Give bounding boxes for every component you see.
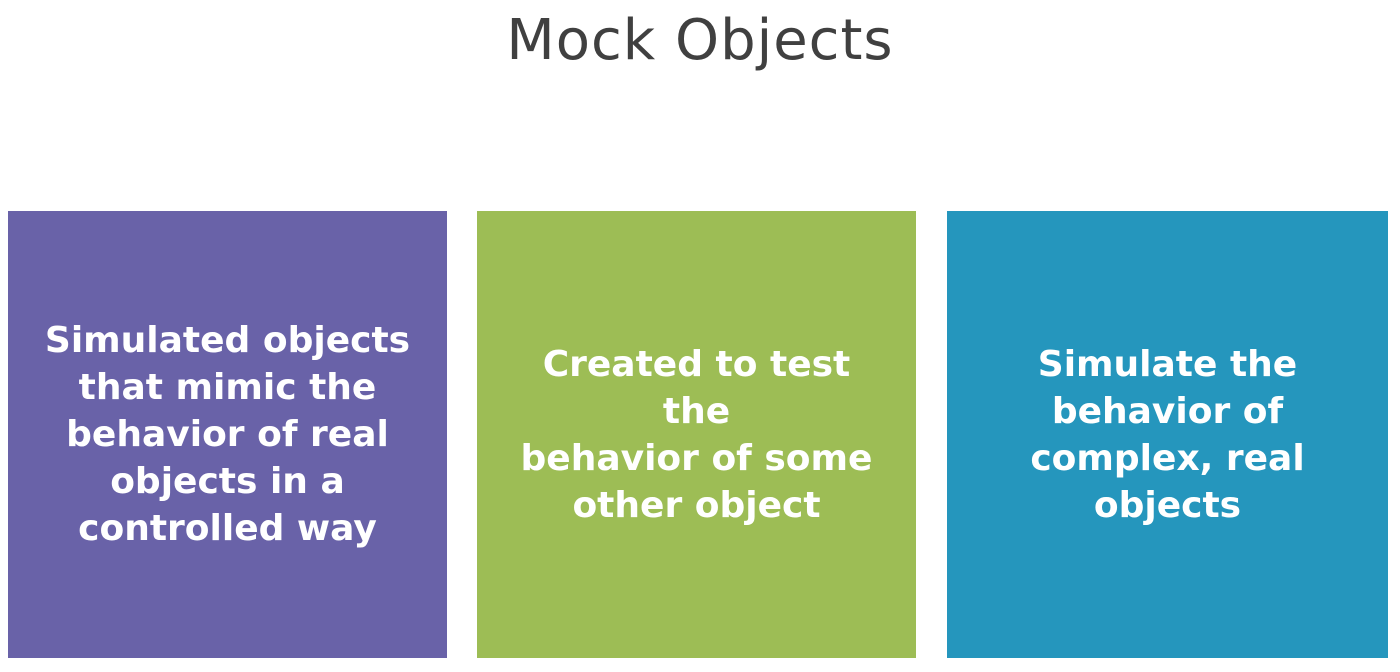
card-simulated-objects: Simulated objects that mimic the behavio…: [8, 211, 447, 658]
card-text: Simulated objects that mimic the behavio…: [44, 320, 411, 549]
card-text: Simulate the behavior of complex, real o…: [1030, 343, 1305, 526]
card-created-to-test: Created to test the behavior of some oth…: [477, 211, 916, 658]
card-row: Simulated objects that mimic the behavio…: [8, 211, 1388, 658]
card-simulate-behavior: Simulate the behavior of complex, real o…: [947, 211, 1388, 658]
card-text: Created to test the behavior of some oth…: [520, 343, 873, 526]
slide-title: Mock Objects: [506, 8, 894, 73]
